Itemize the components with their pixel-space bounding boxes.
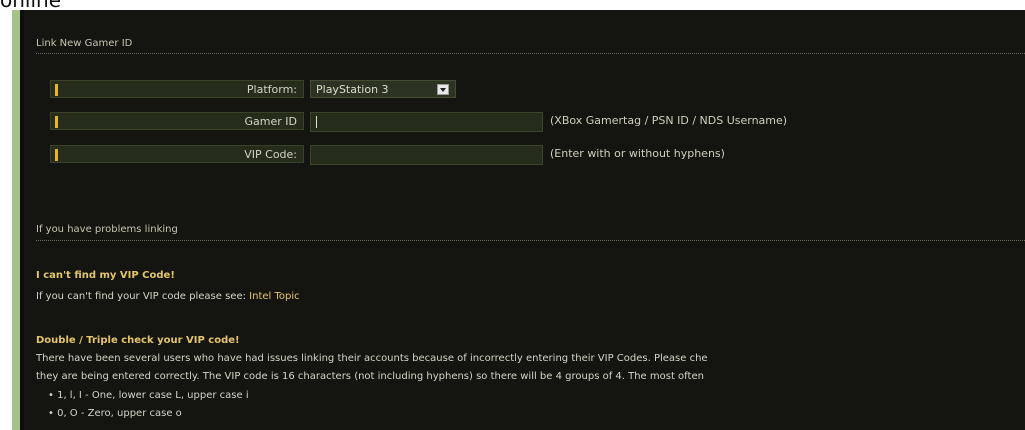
help-item-text-body: If you can't find your VIP code please s…: [36, 291, 250, 302]
required-pip-icon: [55, 116, 58, 128]
vip-code-label: VIP Code:: [244, 148, 297, 161]
gamer-id-label-box: Gamer ID: [50, 112, 304, 130]
intel-topic-link[interactable]: Intel Topic: [249, 291, 299, 302]
gamer-id-hint: (XBox Gamertag / PSN ID / NDS Username): [550, 114, 788, 127]
vip-code-hint: (Enter with or without hyphens): [550, 147, 725, 160]
help-item-title: I can't find my VIP Code!: [36, 270, 175, 281]
platform-select[interactable]: PlayStation 3: [310, 80, 456, 98]
left-accent-bar: [12, 10, 20, 430]
platform-label-box: Platform:: [50, 80, 304, 98]
section-divider: [36, 240, 1025, 241]
section-divider: [36, 53, 1025, 54]
vip-code-input[interactable]: [310, 145, 543, 165]
help-item-text: If you can't find your VIP code please s…: [36, 291, 300, 302]
list-item: • 0, O - Zero, upper case o: [48, 408, 182, 419]
gamer-id-label: Gamer ID: [244, 115, 297, 128]
help-item-line: There have been several users who have h…: [36, 353, 708, 364]
help-section-title: If you have problems linking: [36, 224, 178, 235]
link-section-title: Link New Gamer ID: [36, 38, 133, 49]
page-top-text: online: [0, 0, 62, 12]
text-cursor: [316, 116, 317, 128]
required-pip-icon: [55, 84, 58, 96]
vip-code-label-box: VIP Code:: [50, 145, 304, 163]
platform-select-value: PlayStation 3: [316, 83, 389, 96]
required-pip-icon: [55, 149, 58, 161]
main-panel: Link New Gamer ID Platform: PlayStation …: [24, 10, 1025, 430]
gamer-id-input[interactable]: [310, 112, 543, 132]
help-item-line: they are being entered correctly. The VI…: [36, 371, 704, 382]
platform-label: Platform:: [246, 83, 297, 96]
list-item: • 1, l, I - One, lower case L, upper cas…: [48, 390, 249, 401]
help-item-title: Double / Triple check your VIP code!: [36, 335, 240, 346]
chevron-down-icon[interactable]: [437, 84, 449, 95]
